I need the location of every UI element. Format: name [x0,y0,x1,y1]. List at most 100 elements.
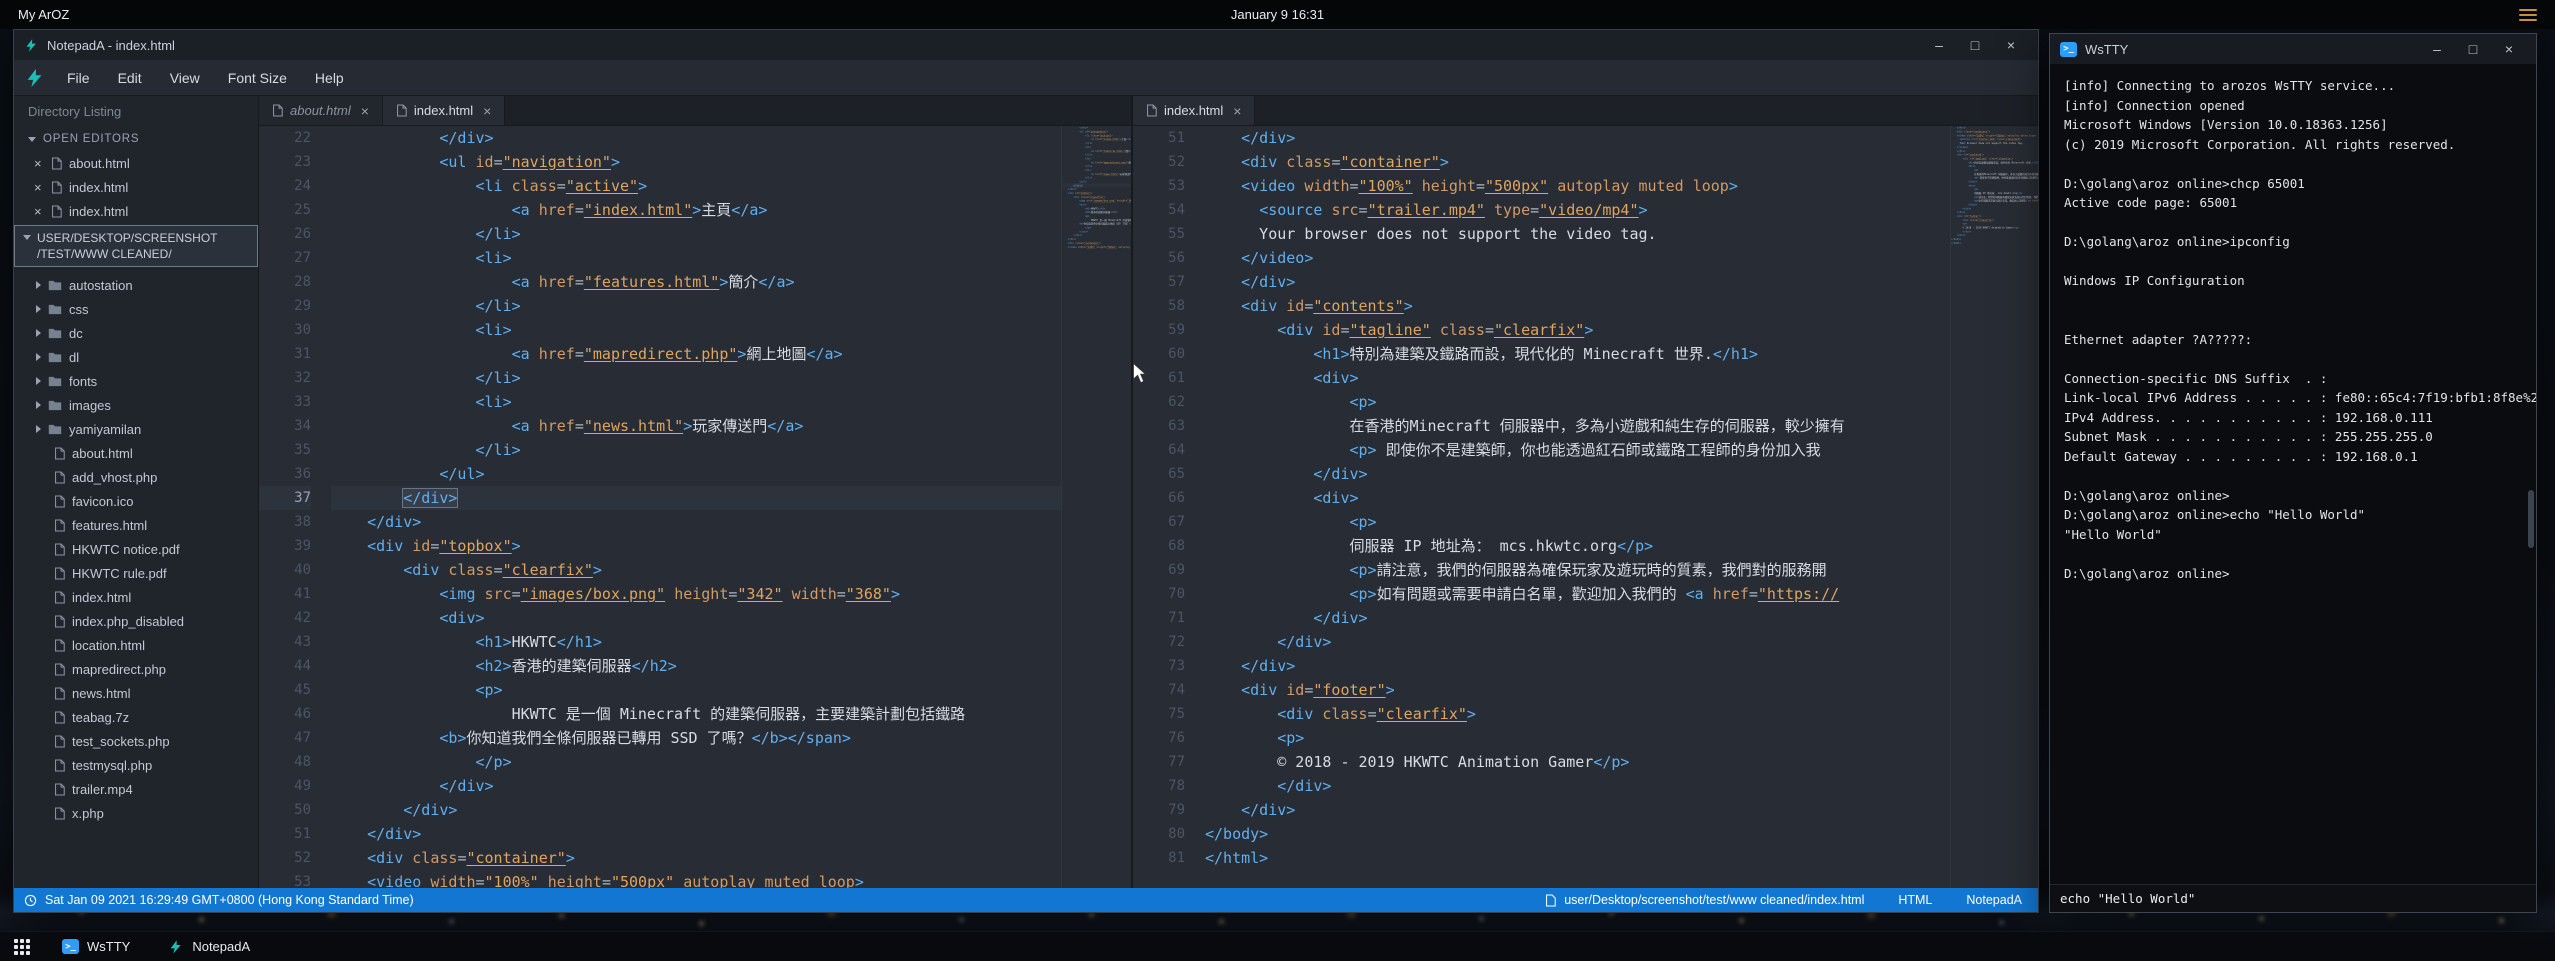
close-editor-icon[interactable]: × [34,180,44,195]
code-area[interactable]: </div> <div class="container"> <video wi… [1205,126,1950,888]
minimize-button[interactable]: – [1922,33,1956,57]
code-line[interactable]: <a href="mapredirect.php">網上地圖</a> [331,342,1061,366]
menu-file[interactable]: File [54,63,103,93]
close-tab-icon[interactable]: × [483,103,491,119]
tree-folder-item[interactable]: yamiyamilan [14,417,258,441]
code-line[interactable]: </div> [1205,630,1950,654]
code-line[interactable]: <div id="contents"> [1205,294,1950,318]
notepada-titlebar[interactable]: NotepadA - index.html – □ × [14,30,2038,60]
code-line[interactable]: </body> [1205,822,1950,846]
tree-file-item[interactable]: trailer.mp4 [14,777,258,801]
code-line[interactable]: </li> [331,222,1061,246]
code-line[interactable]: <div> [1205,366,1950,390]
tree-file-item[interactable]: index.html [14,585,258,609]
menu-font-size[interactable]: Font Size [215,63,300,93]
tree-file-item[interactable]: mapredirect.php [14,657,258,681]
menu-help[interactable]: Help [302,63,357,93]
code-line[interactable]: </div> [331,822,1061,846]
code-line[interactable]: <video width="100%" height="500px" autop… [331,870,1061,888]
code-line[interactable]: </div> [1205,126,1950,150]
code-line[interactable]: <p> [1205,726,1950,750]
tree-file-item[interactable]: features.html [14,513,258,537]
code-area[interactable]: </div> <div class="container"> <video wi… [1951,126,2038,245]
code-line[interactable]: </div> [1205,462,1950,486]
code-line[interactable]: Your browser does not support the video … [1205,222,1950,246]
code-line[interactable]: <p> 即使你不是建築師，你也能透過紅石師或鐵路工程師的身份加入我 [1205,438,1950,462]
tree-folder-item[interactable]: fonts [14,369,258,393]
menu-view[interactable]: View [157,63,213,93]
close-button[interactable]: × [1994,33,2028,57]
tree-file-item[interactable]: index.php_disabled [14,609,258,633]
code-line[interactable]: <div class="container"> [331,846,1061,870]
maximize-button[interactable]: □ [1958,33,1992,57]
code-line[interactable]: <div id="tagline" class="clearfix"> [1205,318,1950,342]
tree-file-item[interactable]: HKWTC rule.pdf [14,561,258,585]
code-line[interactable]: <div> [1205,486,1950,510]
code-editor-left[interactable]: 2223242526272829303132333435363738394041… [259,126,1131,888]
editor-tab[interactable]: index.html× [383,96,505,125]
code-area[interactable]: </div> <ul id="navigation"> <li class="a… [331,126,1061,888]
tree-folder-item[interactable]: css [14,297,258,321]
tree-folder-item[interactable]: dl [14,345,258,369]
code-line[interactable]: </li> [331,438,1061,462]
code-line[interactable]: <b>你知道我們全條伺服器已轉用 SSD 了嗎？</b></span> [331,726,1061,750]
minimap[interactable]: </div> <div class="container"> <video wi… [1950,126,2038,888]
close-button[interactable]: × [2492,37,2526,61]
tree-file-item[interactable]: about.html [14,441,258,465]
code-area[interactable]: </div> <ul id="navigation"> <li class="a… [1062,126,1131,249]
code-line[interactable]: <h1>特別為建築及鐵路而設，現代化的 Minecraft 世界.</h1> [1205,342,1950,366]
code-line[interactable]: 在香港的Minecraft 伺服器中，多為小遊戲和純生存的伺服器，較少擁有 [1205,414,1950,438]
taskbar-item-notepada[interactable]: NotepadA [156,932,262,961]
code-line[interactable]: <li> [331,390,1061,414]
close-editor-icon[interactable]: × [34,156,44,171]
tree-file-item[interactable]: favicon.ico [14,489,258,513]
code-line[interactable]: <video width="100%" height="500px" autop… [1205,174,1950,198]
open-editor-item[interactable]: ×about.html [14,151,258,175]
code-line[interactable]: </video> [1205,246,1950,270]
code-line[interactable]: <p>如有問題或需要申請白名單，歡迎加入我們的 <a href="https:/… [1205,582,1950,606]
maximize-button[interactable]: □ [2456,37,2490,61]
taskbar-item-wstty[interactable]: >_ WsTTY [50,932,142,961]
open-editor-item[interactable]: ×index.html [14,199,258,223]
code-line[interactable]: </div> [1205,798,1950,822]
code-line[interactable]: <div id="topbox"> [331,534,1061,558]
open-editors-section[interactable]: OPEN EDITORS [14,127,258,151]
tree-file-item[interactable]: test_sockets.php [14,729,258,753]
close-editor-icon[interactable]: × [34,204,44,219]
workspace-folder[interactable]: USER/DESKTOP/SCREENSHOT /TEST/WWW CLEANE… [14,225,258,267]
code-line[interactable]: <li class="active"> [331,174,1061,198]
minimize-button[interactable]: – [2420,37,2454,61]
open-editor-item[interactable]: ×index.html [14,175,258,199]
wstty-titlebar[interactable]: >_ WsTTY – □ × [2050,34,2536,64]
code-line[interactable]: </div> [331,774,1061,798]
code-line[interactable]: </ul> [331,462,1061,486]
code-line[interactable]: <p> [1205,390,1950,414]
code-editor-right[interactable]: 5152535455565758596061626364656667686970… [1133,126,2038,888]
code-line[interactable]: <img src="images/box.png" height="342" w… [331,582,1061,606]
code-line[interactable]: <p>請注意，我們的伺服器為確保玩家及遊玩時的質素，我們對的服務開 [1205,558,1950,582]
code-line[interactable]: </html> [1205,846,1950,870]
code-line[interactable]: <div id="footer"> [1205,678,1950,702]
code-line[interactable]: <h1>HKWTC</h1> [331,630,1061,654]
close-tab-icon[interactable]: × [1233,103,1241,119]
code-line[interactable]: <div> [331,606,1061,630]
code-line[interactable]: </li> [331,366,1061,390]
tree-file-item[interactable]: HKWTC notice.pdf [14,537,258,561]
editor-tab[interactable]: about.html× [259,96,383,125]
apps-grid-icon[interactable] [14,939,30,955]
code-line[interactable]: © 2018 - 2019 HKWTC Animation Gamer</p> [1205,750,1950,774]
tree-file-item[interactable]: x.php [14,801,258,825]
code-line[interactable]: <p> [1205,510,1950,534]
tree-file-item[interactable]: location.html [14,633,258,657]
code-line[interactable]: <p> [331,678,1061,702]
tree-folder-item[interactable]: images [14,393,258,417]
code-line[interactable]: </div> [331,126,1061,150]
code-line[interactable]: <a href="news.html">玩家傳送門</a> [331,414,1061,438]
menu-edit[interactable]: Edit [105,63,155,93]
terminal-output[interactable]: [info] Connecting to arozos WsTTY servic… [2050,64,2536,884]
status-language-mode[interactable]: HTML [1898,893,1932,907]
close-tab-icon[interactable]: × [361,103,369,119]
code-line[interactable]: <h2>香港的建築伺服器</h2> [331,654,1061,678]
code-line[interactable]: </div> [331,798,1061,822]
tree-file-item[interactable]: teabag.7z [14,705,258,729]
